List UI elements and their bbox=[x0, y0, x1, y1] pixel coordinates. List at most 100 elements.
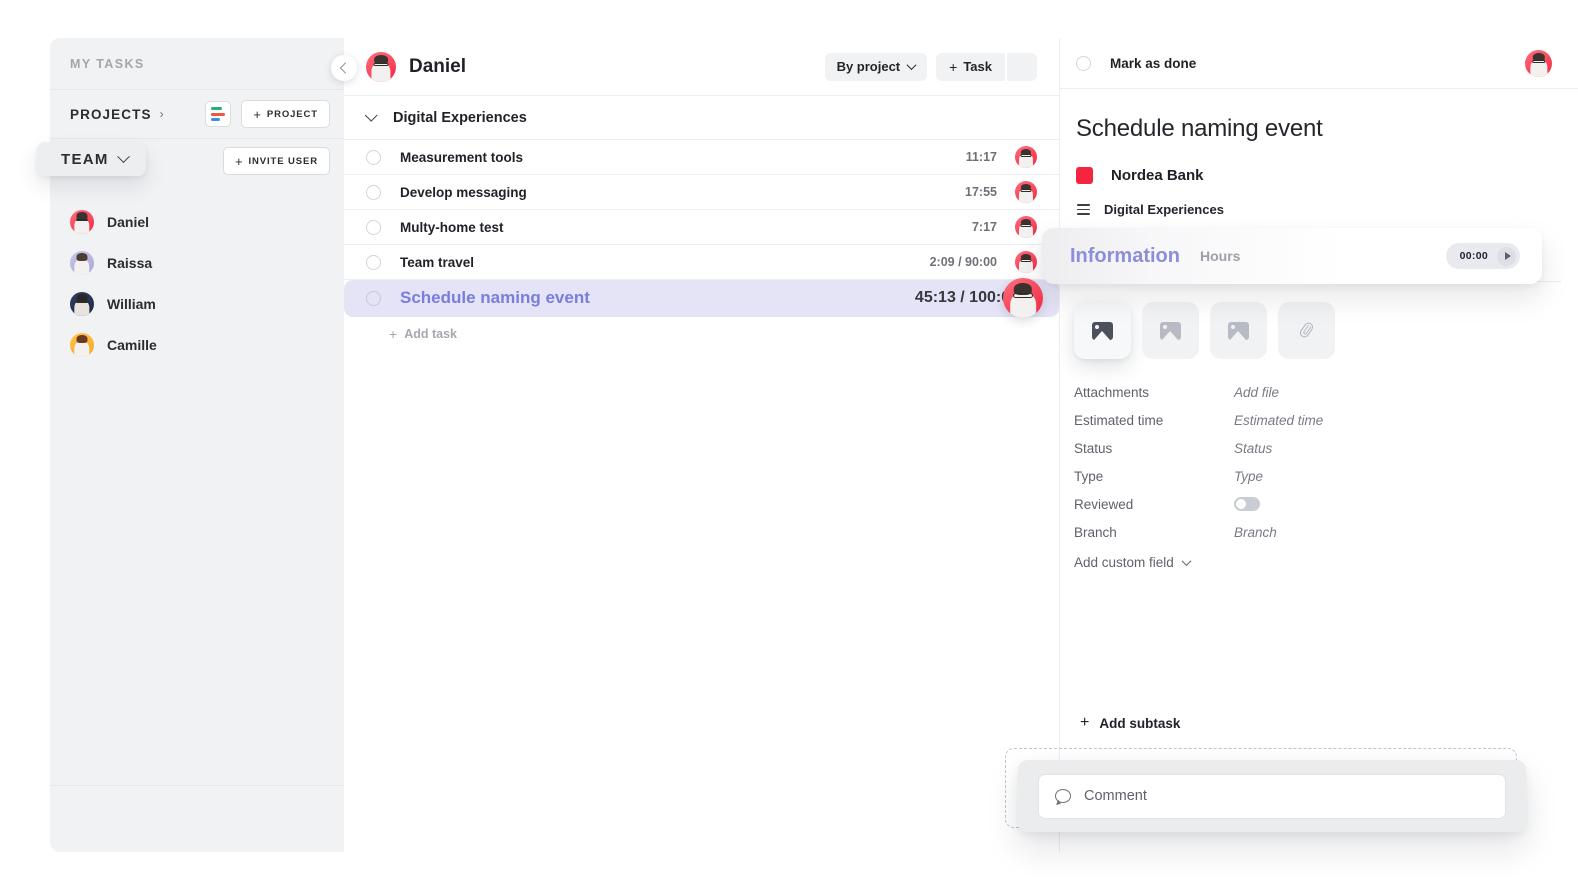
paperclip-icon bbox=[1297, 321, 1317, 341]
add-task-row[interactable]: + Add task bbox=[344, 317, 1059, 351]
table-row[interactable]: Develop messaging 17:55 bbox=[344, 175, 1059, 210]
page-title: Daniel bbox=[409, 55, 467, 77]
add-custom-field-label: Add custom field bbox=[1074, 554, 1174, 570]
add-subtask-label: Add subtask bbox=[1099, 715, 1181, 731]
tab-information[interactable]: Information bbox=[1070, 245, 1180, 268]
team-member-list: Daniel Raissa William Camille bbox=[50, 195, 344, 365]
tab-hours[interactable]: Hours bbox=[1200, 248, 1240, 264]
member-name: Camille bbox=[107, 336, 157, 353]
field-branch[interactable]: Branch Branch bbox=[1074, 518, 1474, 546]
table-row[interactable]: Team travel 2:09 / 90:00 bbox=[344, 245, 1059, 280]
field-label: Estimated time bbox=[1074, 412, 1164, 428]
invite-user-label: INVITE USER bbox=[248, 155, 318, 167]
divider bbox=[50, 785, 344, 786]
list-item[interactable]: William bbox=[50, 283, 344, 324]
comment-placeholder: Comment bbox=[1084, 788, 1147, 804]
list-item[interactable]: Raissa bbox=[50, 242, 344, 283]
add-task-label: Add task bbox=[404, 327, 457, 341]
section-row[interactable]: Digital Experiences bbox=[1060, 184, 1578, 217]
task-complete-checkbox[interactable] bbox=[366, 149, 381, 165]
field-value[interactable]: Type bbox=[1234, 469, 1263, 484]
table-row[interactable]: Multy-home test 7:17 bbox=[344, 210, 1059, 245]
avatar bbox=[70, 332, 94, 357]
field-value[interactable]: Status bbox=[1234, 441, 1272, 456]
field-estimated-time[interactable]: Estimated time Estimated time bbox=[1074, 406, 1474, 434]
field-type[interactable]: Type Type bbox=[1074, 462, 1474, 490]
task-complete-checkbox[interactable] bbox=[366, 184, 381, 200]
avatar bbox=[1003, 278, 1043, 318]
list-item[interactable]: Camille bbox=[50, 324, 344, 365]
task-complete-checkbox[interactable] bbox=[366, 290, 381, 306]
project-row[interactable]: Nordea Bank bbox=[1060, 143, 1578, 184]
chevron-down-icon bbox=[116, 149, 130, 163]
add-project-button[interactable]: + PROJECT bbox=[241, 100, 330, 128]
attach-file-button[interactable] bbox=[1278, 302, 1335, 359]
task-complete-checkbox[interactable] bbox=[366, 219, 381, 235]
attachment-thumbnail[interactable] bbox=[1210, 302, 1267, 359]
reviewed-toggle[interactable] bbox=[1234, 497, 1260, 511]
member-name: Daniel bbox=[107, 213, 150, 230]
team-label: TEAM bbox=[61, 150, 109, 168]
task-detail-panel: Mark as done Schedule naming event Norde… bbox=[1042, 38, 1578, 852]
attachment-thumbnail-dragged[interactable] bbox=[1074, 302, 1131, 359]
avatar bbox=[70, 291, 94, 316]
gantt-view-button[interactable] bbox=[205, 101, 232, 127]
add-task-label: Task bbox=[963, 59, 992, 74]
project-color-swatch bbox=[1076, 167, 1093, 184]
avatar bbox=[1015, 251, 1037, 273]
field-reviewed[interactable]: Reviewed bbox=[1074, 490, 1474, 518]
list-icon bbox=[1077, 204, 1090, 215]
avatar[interactable] bbox=[1525, 49, 1552, 77]
task-title[interactable]: Schedule naming event bbox=[1060, 89, 1578, 143]
task-group-header[interactable]: Digital Experiences bbox=[344, 96, 1059, 140]
plus-icon: + bbox=[234, 153, 244, 169]
field-label: Status bbox=[1074, 440, 1113, 456]
field-status[interactable]: Status Status bbox=[1074, 434, 1474, 462]
timer-control[interactable]: 00:00 bbox=[1445, 243, 1520, 269]
comment-input[interactable]: Comment bbox=[1038, 773, 1506, 819]
attachment-thumbnails bbox=[1074, 302, 1335, 359]
task-name: Measurement tools bbox=[400, 149, 524, 165]
list-item[interactable]: Daniel bbox=[50, 201, 344, 242]
image-icon bbox=[1092, 321, 1113, 340]
field-value[interactable]: Estimated time bbox=[1234, 413, 1323, 428]
member-name: Raissa bbox=[107, 254, 153, 271]
table-row[interactable]: Measurement tools 11:17 bbox=[344, 140, 1059, 175]
field-attachments[interactable]: Attachments Add file bbox=[1074, 378, 1474, 406]
add-project-label: PROJECT bbox=[266, 108, 318, 120]
task-name: Team travel bbox=[400, 254, 475, 270]
projects-row[interactable]: PROJECTS › + PROJECT bbox=[50, 90, 344, 139]
chevron-down-icon bbox=[364, 109, 378, 122]
avatar bbox=[1015, 181, 1037, 203]
my-tasks-label: MY TASKS bbox=[70, 56, 145, 71]
add-custom-field-button[interactable]: Add custom field bbox=[1074, 548, 1474, 576]
chevron-down-icon bbox=[1181, 555, 1192, 566]
field-value[interactable]: Add file bbox=[1234, 385, 1279, 400]
table-row-selected[interactable]: Schedule naming event 45:13 / 100:00 bbox=[344, 278, 1059, 318]
team-dropdown[interactable]: TEAM bbox=[37, 142, 146, 176]
field-value[interactable]: Branch bbox=[1234, 525, 1277, 540]
comment-card-dragged[interactable]: Comment bbox=[1018, 760, 1526, 832]
add-task-button[interactable]: + Task bbox=[936, 52, 1005, 81]
add-subtask-button[interactable]: + Add subtask bbox=[1080, 714, 1180, 732]
sidebar-header: MY TASKS bbox=[50, 38, 344, 90]
section-name: Digital Experiences bbox=[1104, 202, 1224, 217]
chevron-left-icon bbox=[339, 62, 352, 74]
group-by-dropdown[interactable]: By project bbox=[824, 52, 928, 81]
detail-header: Mark as done bbox=[1060, 38, 1578, 89]
play-icon[interactable] bbox=[1497, 246, 1516, 266]
invite-user-button[interactable]: + INVITE USER bbox=[222, 147, 330, 175]
task-name: Schedule naming event bbox=[400, 288, 590, 307]
avatar bbox=[366, 51, 396, 82]
team-row: TEAM + INVITE USER bbox=[37, 139, 344, 195]
task-complete-checkbox[interactable] bbox=[366, 254, 381, 270]
mark-as-done-checkbox[interactable] bbox=[1076, 55, 1091, 71]
add-task-options-button[interactable] bbox=[1007, 52, 1037, 81]
field-label: Attachments bbox=[1074, 384, 1150, 400]
chevron-right-icon: › bbox=[159, 107, 164, 121]
plus-icon: + bbox=[949, 58, 958, 75]
collapse-sidebar-button[interactable] bbox=[331, 55, 357, 81]
group-by-label: By project bbox=[836, 59, 901, 74]
task-time: 17:55 bbox=[965, 185, 997, 199]
attachment-thumbnail[interactable] bbox=[1142, 302, 1199, 359]
